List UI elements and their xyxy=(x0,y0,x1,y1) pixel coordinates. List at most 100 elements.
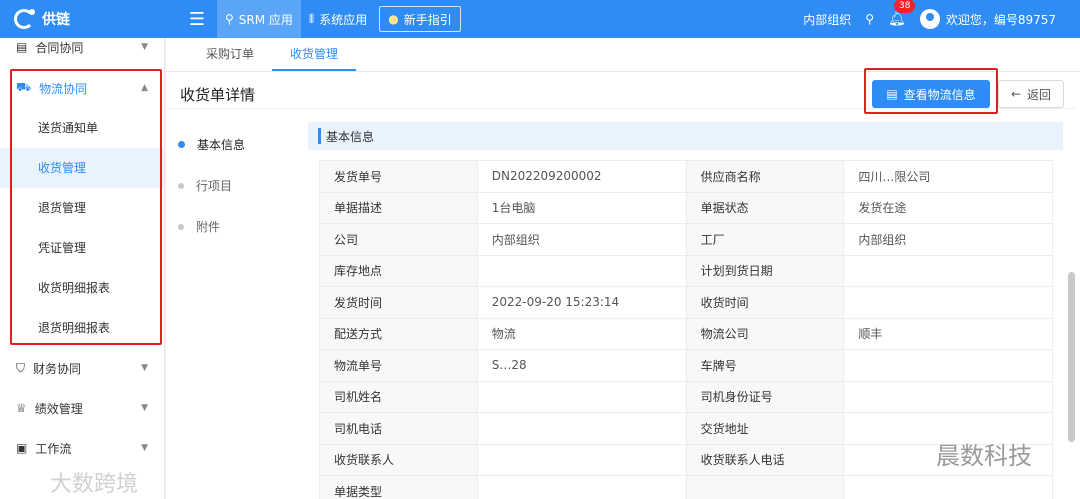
bell-icon[interactable]: 🔔︎ 38 xyxy=(888,0,916,27)
nav-label: 新手指引 xyxy=(403,12,452,27)
contract-icon: ▤ xyxy=(16,40,28,54)
tab-receiving[interactable]: 收货管理 xyxy=(272,37,357,71)
sidebar-group-label: 财务协同 xyxy=(33,361,82,376)
field-label: 交货地址 xyxy=(685,412,845,445)
avatar xyxy=(919,9,940,29)
bulb-icon: ● xyxy=(388,12,399,26)
sidebar-group-contract[interactable]: ▤ 合同协同 ▼ xyxy=(0,38,164,56)
anchor-line-items[interactable]: 行项目 xyxy=(178,165,245,206)
table-row: 单据类型 xyxy=(319,475,1053,499)
field-value: 1台电脑 xyxy=(476,191,687,224)
sidebar-group-performance[interactable]: ♕ 绩效管理 ▼ xyxy=(0,388,164,428)
anchor-label: 附件 xyxy=(196,220,221,234)
shield-icon: ⛉ xyxy=(16,360,26,375)
field-label: 库存地点 xyxy=(319,254,478,287)
field-label xyxy=(685,475,845,499)
chevron-down-icon: ▼ xyxy=(141,443,148,453)
field-value xyxy=(476,380,687,413)
trophy-icon: ♕ xyxy=(16,401,27,415)
search-icon[interactable]: ⚲ xyxy=(865,12,874,26)
field-label: 物流单号 xyxy=(319,349,478,382)
field-label: 车牌号 xyxy=(685,349,845,382)
tab-purchase-order[interactable]: 采购订单 xyxy=(188,37,272,71)
rocket-icon: ⚲ xyxy=(225,12,234,26)
table-row: 司机姓名 司机身份证号 xyxy=(319,380,1053,413)
anchor-dot xyxy=(178,182,184,189)
field-value xyxy=(843,380,1053,413)
field-label: 配送方式 xyxy=(319,317,478,350)
page-tabs: 采购订单 收货管理 xyxy=(166,38,1080,72)
top-right: 内部组织 ⚲ 🔔︎ 38 欢迎您，编号89757 xyxy=(803,0,1080,29)
field-value xyxy=(843,349,1053,382)
field-value: 2022-09-20 15:23:14 xyxy=(476,286,687,319)
table-row: 库存地点 计划到货日期 xyxy=(319,254,1053,287)
scrollbar[interactable] xyxy=(1068,272,1075,442)
watermark-left: 大数跨境 xyxy=(50,472,139,497)
sidebar-group-workflow[interactable]: ▣ 工作流 ▼ xyxy=(0,428,164,468)
notification-badge: 38 xyxy=(894,0,916,13)
field-value: 发货在途 xyxy=(843,191,1053,224)
menu-fold-icon[interactable]: ☰ xyxy=(177,9,217,30)
table-row: 配送方式 物流 物流公司 顺丰 xyxy=(319,317,1053,350)
top-bar: 供链 ☰ ⚲ SRM 应用 ⦀ 系统应用 ● 新手指引 内部组织 ⚲ 🔔︎ 38 … xyxy=(0,0,1080,38)
chevron-down-icon: ▼ xyxy=(141,42,148,52)
nav-beginner-guide[interactable]: ● 新手指引 xyxy=(379,6,461,32)
watermark-right: 晨数科技 xyxy=(936,442,1032,470)
field-value xyxy=(476,412,687,445)
logo[interactable]: 供链 xyxy=(0,0,165,38)
org-switch[interactable]: 内部组织 xyxy=(803,11,851,28)
sidebar-group-label: 绩效管理 xyxy=(34,401,83,416)
main-content: 收货单详情 ▤ 查看物流信息 ← 返回 基本信息 行项目 附件 基本信息 发货单… xyxy=(166,72,1080,499)
table-row: 发货时间 2022-09-20 15:23:14 收货时间 xyxy=(319,286,1053,319)
anchor-label: 基本信息 xyxy=(197,138,246,152)
anchor-label: 行项目 xyxy=(196,179,233,193)
field-label: 收货联系人 xyxy=(319,443,478,476)
anchor-attachments[interactable]: 附件 xyxy=(178,206,245,247)
sidebar-group-label: 工作流 xyxy=(35,441,72,456)
nav-label: 系统应用 xyxy=(319,12,368,27)
field-label: 单据类型 xyxy=(319,475,478,499)
field-label: 计划到货日期 xyxy=(685,254,845,287)
field-value: 四川…限公司 xyxy=(843,160,1053,193)
field-label: 收货联系人电话 xyxy=(685,443,845,476)
field-label: 收货时间 xyxy=(685,286,845,319)
field-value xyxy=(843,254,1053,287)
field-value: 物流 xyxy=(476,317,687,350)
logo-text: 供链 xyxy=(42,12,70,28)
sidebar-group-finance[interactable]: ⛉ 财务协同 ▼ xyxy=(0,348,164,388)
workflow-icon: ▣ xyxy=(16,441,28,455)
field-label: 司机电话 xyxy=(319,412,478,445)
apps-icon: ⦀ xyxy=(308,11,315,26)
field-label: 发货时间 xyxy=(319,286,478,319)
field-label: 司机身份证号 xyxy=(685,380,845,413)
field-value xyxy=(843,475,1053,499)
nav-srm-app[interactable]: ⚲ SRM 应用 xyxy=(217,0,301,38)
section-header: 基本信息 xyxy=(308,122,1063,150)
field-label: 单据状态 xyxy=(685,191,845,224)
field-label: 公司 xyxy=(319,223,478,256)
field-label: 物流公司 xyxy=(685,317,845,350)
nav-system-app[interactable]: ⦀ 系统应用 xyxy=(301,0,375,38)
button-label: 返回 xyxy=(1027,87,1052,102)
field-label: 单据描述 xyxy=(319,191,478,224)
chevron-down-icon: ▼ xyxy=(141,403,148,413)
table-row: 发货单号 DN202209200002 供应商名称 四川…限公司 xyxy=(319,160,1053,193)
field-value xyxy=(843,286,1053,319)
user-menu[interactable]: 欢迎您，编号89757 xyxy=(919,9,1056,29)
logo-icon xyxy=(14,9,35,29)
nav-label: SRM 应用 xyxy=(238,12,293,27)
page-title: 收货单详情 xyxy=(180,86,256,104)
button-highlight-box xyxy=(864,68,998,114)
back-button[interactable]: ← 返回 xyxy=(998,80,1064,108)
field-label: 发货单号 xyxy=(319,160,478,193)
top-nav: ⚲ SRM 应用 ⦀ 系统应用 ● 新手指引 xyxy=(217,0,461,38)
welcome-text: 欢迎您，编号89757 xyxy=(945,12,1056,27)
table-row: 物流单号 S…28 车牌号 xyxy=(319,349,1053,382)
sidebar-group-label: 合同协同 xyxy=(35,40,84,55)
field-value: 内部组织 xyxy=(843,223,1053,256)
anchor-basic-info[interactable]: 基本信息 xyxy=(178,124,245,165)
field-value: S…28 xyxy=(476,349,687,382)
table-row: 公司 内部组织 工厂 内部组织 xyxy=(319,223,1053,256)
anchor-dot xyxy=(178,223,184,230)
field-value: DN202209200002 xyxy=(476,160,687,193)
